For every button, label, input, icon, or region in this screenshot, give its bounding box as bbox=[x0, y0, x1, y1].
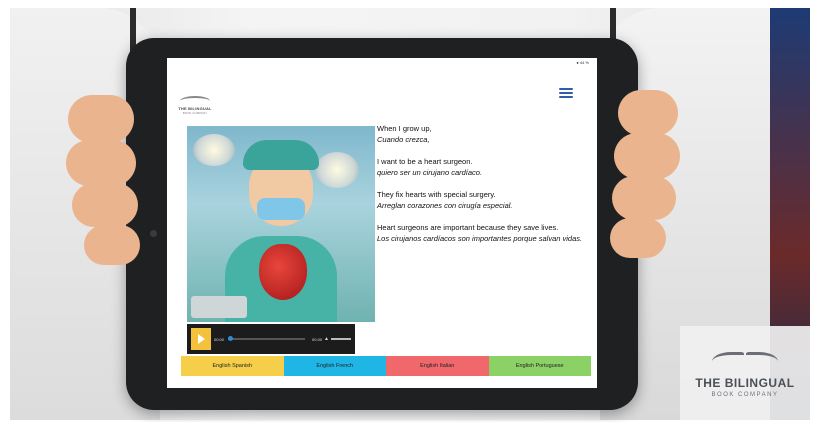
audio-player: 00:00 00:00 ▲ bbox=[187, 324, 355, 354]
duration-time: 00:00 bbox=[312, 336, 323, 342]
book-logo-icon bbox=[712, 348, 778, 372]
story-text: When I grow up, Cuando crezca, I want to… bbox=[377, 124, 592, 244]
progress-handle[interactable] bbox=[228, 336, 234, 341]
hand-right-finger-2 bbox=[614, 133, 680, 179]
instrument-tray bbox=[191, 296, 247, 318]
play-icon bbox=[197, 334, 205, 344]
hand-left-finger-3 bbox=[72, 183, 138, 227]
wifi-icon: ● bbox=[576, 60, 579, 65]
story-line-en: They fix hearts with special surgery. bbox=[377, 190, 496, 199]
battery-level: 44 % bbox=[579, 60, 589, 65]
tablet-screen: ● 44 % THE BILINGUAL BOOK COMPANY 00:00 … bbox=[167, 58, 597, 388]
progress-track[interactable] bbox=[228, 336, 306, 341]
story-line-en: Heart surgeons are important because the… bbox=[377, 223, 559, 232]
brand-name: THE BILINGUAL bbox=[695, 376, 795, 390]
play-button[interactable] bbox=[191, 328, 211, 350]
tablet-camera bbox=[150, 230, 157, 237]
story-line-en: I want to be a heart surgeon. bbox=[377, 157, 473, 166]
language-tabs: English Spanish English French English I… bbox=[181, 356, 591, 376]
current-time: 00:00 bbox=[214, 336, 225, 342]
story-line-en: When I grow up, bbox=[377, 124, 432, 133]
book-logo-icon bbox=[180, 96, 210, 106]
hand-left-finger-2 bbox=[66, 140, 136, 186]
story-line-es: Los cirujanos cardíacos son importantes … bbox=[377, 233, 583, 243]
hand-right-finger-3 bbox=[612, 176, 676, 220]
hand-left-finger-1 bbox=[68, 95, 134, 143]
volume-slider[interactable] bbox=[331, 338, 351, 340]
status-bar: ● 44 % bbox=[576, 60, 589, 65]
surgeon-mask bbox=[257, 198, 305, 220]
brand-logo-watermark: THE BILINGUAL BOOK COMPANY bbox=[680, 326, 810, 420]
surgical-light bbox=[315, 152, 359, 188]
brand-subtitle: BOOK COMPANY bbox=[182, 111, 208, 115]
volume-icon[interactable]: ▲ bbox=[324, 336, 329, 342]
menu-icon[interactable] bbox=[559, 88, 573, 98]
hand-right-finger-4 bbox=[610, 218, 666, 258]
tab-english-portuguese[interactable]: English Portuguese bbox=[488, 356, 591, 376]
story-line-es: Cuando crezca, bbox=[377, 134, 430, 144]
heart-model bbox=[259, 244, 307, 300]
hand-right-finger-1 bbox=[618, 90, 678, 136]
tab-english-french[interactable]: English French bbox=[283, 356, 386, 376]
brand-subtitle: BOOK COMPANY bbox=[711, 392, 779, 398]
story-illustration bbox=[187, 126, 375, 322]
surgeon-cap bbox=[243, 140, 319, 170]
tab-english-italian[interactable]: English Italian bbox=[386, 356, 489, 376]
story-line-es: Arreglan corazones con cirugía especial. bbox=[377, 200, 513, 210]
story-line-es: quiero ser un cirujano cardíaco. bbox=[377, 167, 483, 177]
surgical-light bbox=[193, 134, 235, 166]
brand-logo-small[interactable]: THE BILINGUAL BOOK COMPANY bbox=[175, 96, 215, 115]
hand-left-finger-4 bbox=[84, 225, 140, 265]
tab-english-spanish[interactable]: English Spanish bbox=[181, 356, 284, 376]
